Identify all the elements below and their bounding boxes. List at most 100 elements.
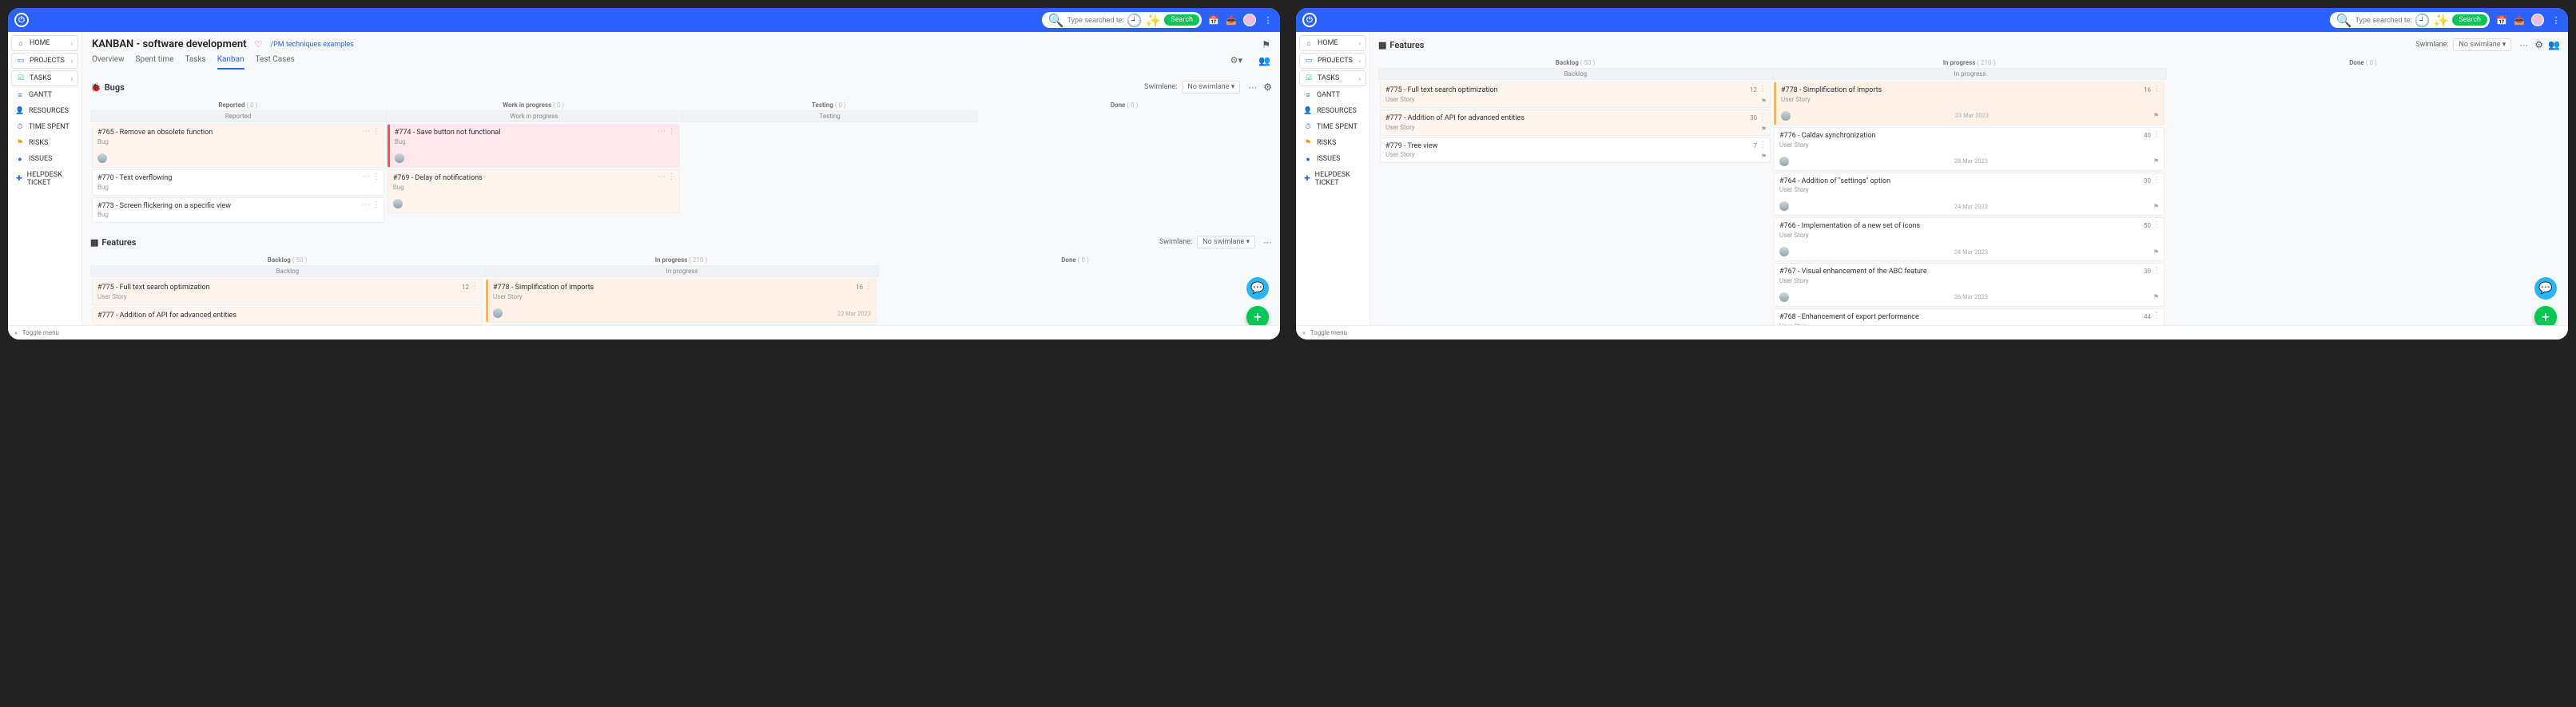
kanban-card[interactable]: #766 - Implementation of a new set of ic… xyxy=(1774,217,2165,261)
magic-icon[interactable]: ✨ xyxy=(2433,13,2449,28)
sidebar-item-home[interactable]: ⌂HOME› xyxy=(11,35,78,51)
subcol-header: Testing xyxy=(682,110,978,122)
kanban-card[interactable]: #774 - Save button not functional Bug ⋯ … xyxy=(388,124,680,168)
sidebar-item-gantt[interactable]: ≡GANTT xyxy=(1299,88,1366,102)
collapse-icon[interactable]: « xyxy=(1302,329,1306,336)
search-button[interactable]: Search xyxy=(2452,14,2487,26)
kanban-card[interactable]: #770 - Text overflowing Bug ⋯ ⋮ xyxy=(92,169,384,196)
chat-fab[interactable]: 💬 xyxy=(1246,277,1269,300)
flag-icon[interactable]: ⚑ xyxy=(2153,248,2159,256)
card-menu-icon[interactable]: ⋯ ⋮ xyxy=(362,173,380,181)
sidebar-item-resources[interactable]: 👤RESOURCES xyxy=(1299,104,1366,118)
projects-icon: ▭ xyxy=(1305,57,1313,65)
toggle-menu[interactable]: Toggle menu xyxy=(22,329,59,336)
sidebar-item-risks[interactable]: ⚑RISKS xyxy=(11,136,78,150)
kanban-card[interactable]: #778 - Simplification of imports User St… xyxy=(1774,81,2165,125)
tab-overview[interactable]: Overview xyxy=(92,55,125,70)
toggle-menu[interactable]: Toggle menu xyxy=(1310,329,1347,336)
card-menu-icon[interactable]: ⋯ ⋮ xyxy=(658,173,675,181)
sidebar: ⌂HOME› ▭PROJECTS› ☑TASKS› ≡GANTT 👤RESOUR… xyxy=(8,32,82,340)
flag-icon[interactable]: ⚑ xyxy=(2153,157,2159,165)
kanban-card[interactable]: #777 - Addition of API for advanced enti… xyxy=(92,307,483,325)
overflow-menu-icon[interactable]: ⋮ xyxy=(1262,14,1274,26)
chat-fab[interactable]: 💬 xyxy=(2534,277,2557,300)
breadcrumb[interactable]: /PM techniques examples xyxy=(270,41,353,49)
kanban-card[interactable]: #773 - Screen flickering on a specific v… xyxy=(92,197,384,224)
people-icon[interactable]: 👥 xyxy=(1258,55,1270,70)
sidebar-item-helpdesk[interactable]: ✚HELPDESK TICKET xyxy=(11,168,78,190)
sidebar-item-tasks[interactable]: ☑TASKS› xyxy=(1299,70,1366,86)
kanban-card[interactable]: #779 - Tree view User Story 7⋮ ⚑ xyxy=(1380,137,1771,164)
sidebar-item-projects[interactable]: ▭PROJECTS› xyxy=(11,53,78,69)
clock-icon[interactable]: 🕘 xyxy=(2415,13,2431,28)
col-header: Work in progress xyxy=(503,101,551,109)
card-menu-icon[interactable]: ⋯ ⋮ xyxy=(362,201,380,209)
flag-icon[interactable]: ⚑ xyxy=(1262,39,1270,50)
collapse-icon[interactable]: « xyxy=(14,329,18,336)
tab-kanban[interactable]: Kanban xyxy=(217,55,244,70)
section-menu-icon[interactable]: ⋯ xyxy=(1248,82,1257,93)
kanban-card[interactable]: #767 - Visual enhancement of the ABC fea… xyxy=(1774,263,2165,307)
sidebar-item-helpdesk[interactable]: ✚HELPDESK TICKET xyxy=(1299,168,1366,190)
flag-icon[interactable]: ⚑ xyxy=(2153,293,2159,300)
tab-tasks[interactable]: Tasks xyxy=(185,55,205,70)
sidebar-item-gantt[interactable]: ≡GANTT xyxy=(11,88,78,102)
kanban-card[interactable]: #764 - Addition of "settings" option Use… xyxy=(1774,173,2165,216)
app-logo-icon[interactable]: ⏻ xyxy=(14,13,29,27)
calendar-icon[interactable]: 📅 xyxy=(2496,14,2507,26)
subcol-header: In progress xyxy=(485,265,880,277)
sidebar: ⌂HOME› ▭PROJECTS› ☑TASKS› ≡GANTT 👤RESOUR… xyxy=(1296,32,1370,340)
sidebar-item-risks[interactable]: ⚑RISKS xyxy=(1299,136,1366,150)
search-pill: 🔍 🕘 ✨ Search xyxy=(2330,12,2490,28)
search-button[interactable]: Search xyxy=(1164,14,1199,26)
kanban-card[interactable]: #775 - Full text search optimization Use… xyxy=(1380,81,1771,108)
card-menu-icon[interactable]: ⋯ ⋮ xyxy=(362,127,380,136)
flag-icon[interactable]: ⚑ xyxy=(1761,153,1767,160)
sidebar-item-issues[interactable]: ●ISSUES xyxy=(11,152,78,166)
overflow-menu-icon[interactable]: ⋮ xyxy=(2550,14,2562,26)
section-settings-icon[interactable]: ⚙ xyxy=(2534,39,2543,50)
calendar-icon[interactable]: 📅 xyxy=(1208,14,1219,26)
section-menu-icon[interactable]: ⋯ xyxy=(2519,40,2528,50)
flag-icon[interactable]: ⚑ xyxy=(1761,97,1767,105)
app-logo-icon[interactable]: ⏻ xyxy=(1302,13,1317,27)
people-icon[interactable]: 👥 xyxy=(2548,39,2560,50)
flag-icon[interactable]: ⚑ xyxy=(1761,125,1767,133)
sidebar-item-issues[interactable]: ●ISSUES xyxy=(1299,152,1366,166)
flag-icon[interactable]: ⚑ xyxy=(2153,112,2159,119)
search-input[interactable] xyxy=(1067,16,1123,24)
favorite-icon[interactable]: ♡ xyxy=(254,39,262,50)
card-menu-icon[interactable]: ⋯ ⋮ xyxy=(658,127,675,136)
flag-icon[interactable]: ⚑ xyxy=(2153,203,2159,210)
sidebar-item-resources[interactable]: 👤RESOURCES xyxy=(11,104,78,118)
user-avatar[interactable] xyxy=(2531,14,2544,26)
inbox-icon[interactable]: 📥 xyxy=(2514,14,2525,26)
inbox-icon[interactable]: 📥 xyxy=(1226,14,1237,26)
section-settings-icon[interactable]: ⚙ xyxy=(1263,81,1272,93)
swimlane-select[interactable]: No swimlane ▾ xyxy=(1182,81,1240,93)
section-menu-icon[interactable]: ⋯ xyxy=(1263,237,1272,248)
clock-icon: ⏱ xyxy=(16,123,24,131)
kanban-card[interactable]: #765 - Remove an obsolete function Bug ⋯… xyxy=(92,124,384,168)
clock-icon[interactable]: 🕘 xyxy=(1127,13,1143,28)
kanban-card[interactable]: #769 - Delay of notifications Bug ⋯ ⋮ xyxy=(388,169,680,213)
sidebar-item-home[interactable]: ⌂HOME› xyxy=(1299,35,1366,51)
tab-spent-time[interactable]: Spent time xyxy=(136,55,174,70)
sidebar-item-projects[interactable]: ▭PROJECTS› xyxy=(1299,53,1366,69)
sidebar-item-timespent[interactable]: ⏱TIME SPENT xyxy=(1299,120,1366,134)
search-input[interactable] xyxy=(2355,16,2411,24)
kanban-card[interactable]: #778 - Simplification of imports User St… xyxy=(486,279,877,323)
subcol-header: Backlog xyxy=(1378,68,1773,80)
swimlane-select[interactable]: No swimlane ▾ xyxy=(1197,236,1255,248)
gear-icon[interactable]: ⚙▾ xyxy=(1230,55,1242,70)
sidebar-item-tasks[interactable]: ☑TASKS› xyxy=(11,70,78,86)
main-content: KANBAN - software development ♡ /PM tech… xyxy=(82,32,1280,340)
magic-icon[interactable]: ✨ xyxy=(1145,13,1161,28)
kanban-card[interactable]: #777 - Addition of API for advanced enti… xyxy=(1380,109,1771,136)
user-avatar[interactable] xyxy=(1243,14,1256,26)
sidebar-item-timespent[interactable]: ⏱TIME SPENT xyxy=(11,120,78,134)
kanban-card[interactable]: #775 - Full text search optimization Use… xyxy=(92,279,483,305)
tab-test-cases[interactable]: Test Cases xyxy=(256,55,295,70)
swimlane-select[interactable]: No swimlane ▾ xyxy=(2453,38,2511,51)
kanban-card[interactable]: #776 - Caldav synchronization User Story… xyxy=(1774,127,2165,171)
